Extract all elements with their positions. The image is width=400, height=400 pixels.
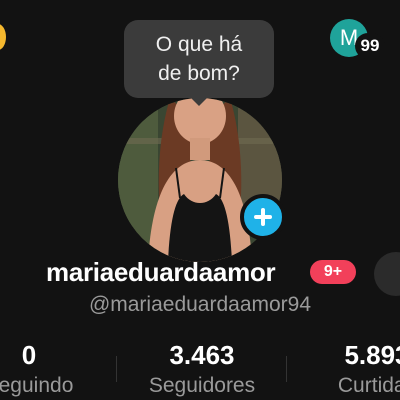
- plus-icon: [254, 208, 272, 226]
- stat-followers-value: 3.463: [169, 340, 235, 370]
- notification-count: 9+: [323, 263, 343, 280]
- username-row: mariaeduardaamor 9+: [0, 252, 400, 296]
- profile-action-button[interactable]: [374, 252, 400, 296]
- add-story-button[interactable]: [240, 194, 286, 240]
- note-text: O que há de bom?: [156, 30, 242, 88]
- note-line-1: O que há: [155, 33, 243, 56]
- stat-divider: [116, 356, 117, 382]
- note-bubble[interactable]: O que há de bom?: [124, 20, 274, 106]
- profile-photo-container[interactable]: [118, 98, 286, 262]
- account-badge-count: 99: [360, 36, 380, 55]
- account-notification-badge: 99: [355, 33, 385, 59]
- stat-divider: [286, 356, 287, 382]
- stat-likes-value: 5.893: [344, 340, 400, 370]
- profile-username: mariaeduardaamor: [46, 257, 276, 287]
- stat-likes-label: Curtidas: [337, 374, 400, 397]
- stat-following-label: Seguindo: [0, 374, 74, 397]
- stat-following[interactable]: 0 Seguindo: [0, 340, 94, 400]
- stat-followers[interactable]: 3.463 Seguidores: [137, 340, 267, 400]
- stat-followers-label: Seguidores: [148, 374, 256, 397]
- note-line-2: de bom?: [158, 62, 240, 85]
- stat-following-value: 0: [21, 340, 37, 370]
- left-edge-badge[interactable]: [0, 24, 6, 50]
- profile-handle: @mariaeduardaamor94: [88, 293, 312, 316]
- stat-likes[interactable]: 5.893 Curtidas: [312, 340, 400, 400]
- username-notification-badge[interactable]: 9+: [310, 260, 356, 284]
